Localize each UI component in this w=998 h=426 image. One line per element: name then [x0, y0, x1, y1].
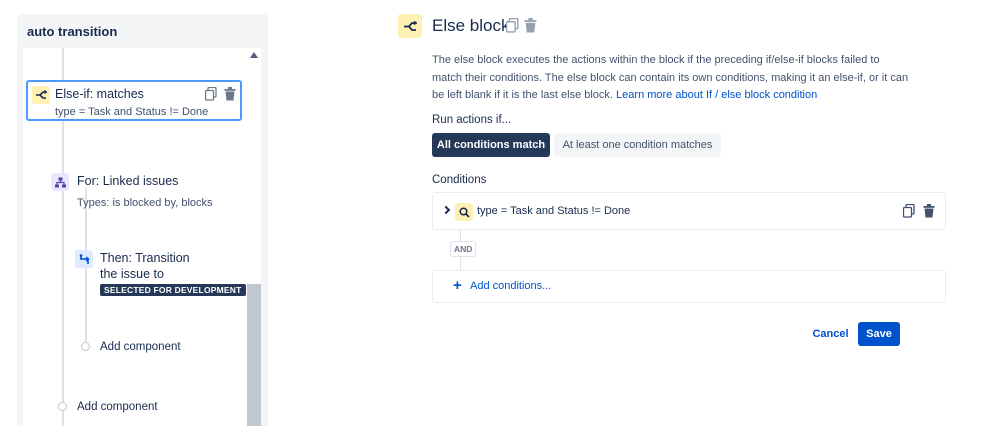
add-component-outer[interactable]: Add component — [77, 401, 158, 413]
conditions-label: Conditions — [432, 174, 487, 186]
learn-more-link[interactable]: Learn more about If / else block conditi… — [616, 89, 817, 101]
copy-icon[interactable] — [506, 18, 519, 33]
scroll-up-arrow-icon[interactable] — [250, 52, 258, 58]
add-component-dot — [58, 402, 67, 411]
connector-line — [62, 48, 64, 80]
for-linked-issues-types: Types: is blocked by, blocks — [77, 197, 213, 209]
add-conditions-row[interactable]: + Add conditions... — [432, 270, 946, 303]
else-if-component-card[interactable]: Else-if: matches type = Task and Status … — [26, 80, 242, 121]
branch-linked-issues-icon — [51, 173, 69, 191]
add-component-inner[interactable]: Add component — [100, 341, 181, 353]
connector-line — [62, 121, 64, 426]
scrollbar[interactable] — [247, 48, 261, 426]
rule-outline-panel: auto transition Else-if: matches type = … — [17, 14, 268, 426]
add-component-dot — [81, 342, 90, 351]
cancel-button[interactable]: Cancel — [808, 322, 853, 346]
status-lozenge: SELECTED FOR DEVELOPMENT — [100, 284, 246, 296]
copy-icon[interactable] — [205, 87, 217, 101]
branch-icon — [32, 86, 50, 104]
add-conditions-button[interactable]: Add conditions... — [470, 280, 551, 292]
save-button[interactable]: Save — [858, 322, 900, 346]
transition-icon — [75, 250, 93, 268]
condition-row[interactable]: type = Task and Status != Done — [432, 192, 946, 230]
scrollbar-thumb[interactable] — [247, 284, 261, 426]
chevron-right-icon[interactable] — [441, 205, 451, 215]
transition-title-line2: the issue to — [100, 267, 164, 281]
else-if-condition: type = Task and Status != Done — [55, 106, 209, 118]
rule-outline-scroll-area: Else-if: matches type = Task and Status … — [23, 48, 247, 426]
trash-icon[interactable] — [923, 204, 935, 218]
else-if-title: Else-if: matches — [55, 87, 144, 101]
rule-name: auto transition — [27, 24, 118, 39]
else-block-description: The else block executes the actions with… — [432, 52, 912, 105]
all-conditions-match-button[interactable]: All conditions match — [432, 133, 550, 157]
for-linked-issues-title[interactable]: For: Linked issues — [77, 174, 178, 188]
connector-line — [85, 188, 87, 348]
plus-icon: + — [453, 277, 462, 294]
trash-icon[interactable] — [224, 87, 236, 101]
and-badge: AND — [450, 241, 477, 257]
condition-text: type = Task and Status != Done — [477, 205, 631, 217]
transition-title-line1[interactable]: Then: Transition — [100, 251, 190, 265]
at-least-one-condition-button[interactable]: At least one condition matches — [554, 133, 721, 157]
page-title: Else block — [432, 16, 510, 35]
run-actions-label: Run actions if... — [432, 114, 512, 126]
copy-icon[interactable] — [903, 204, 915, 218]
search-icon — [455, 203, 473, 221]
trash-icon[interactable] — [524, 18, 537, 33]
else-block-branch-icon — [398, 14, 422, 38]
